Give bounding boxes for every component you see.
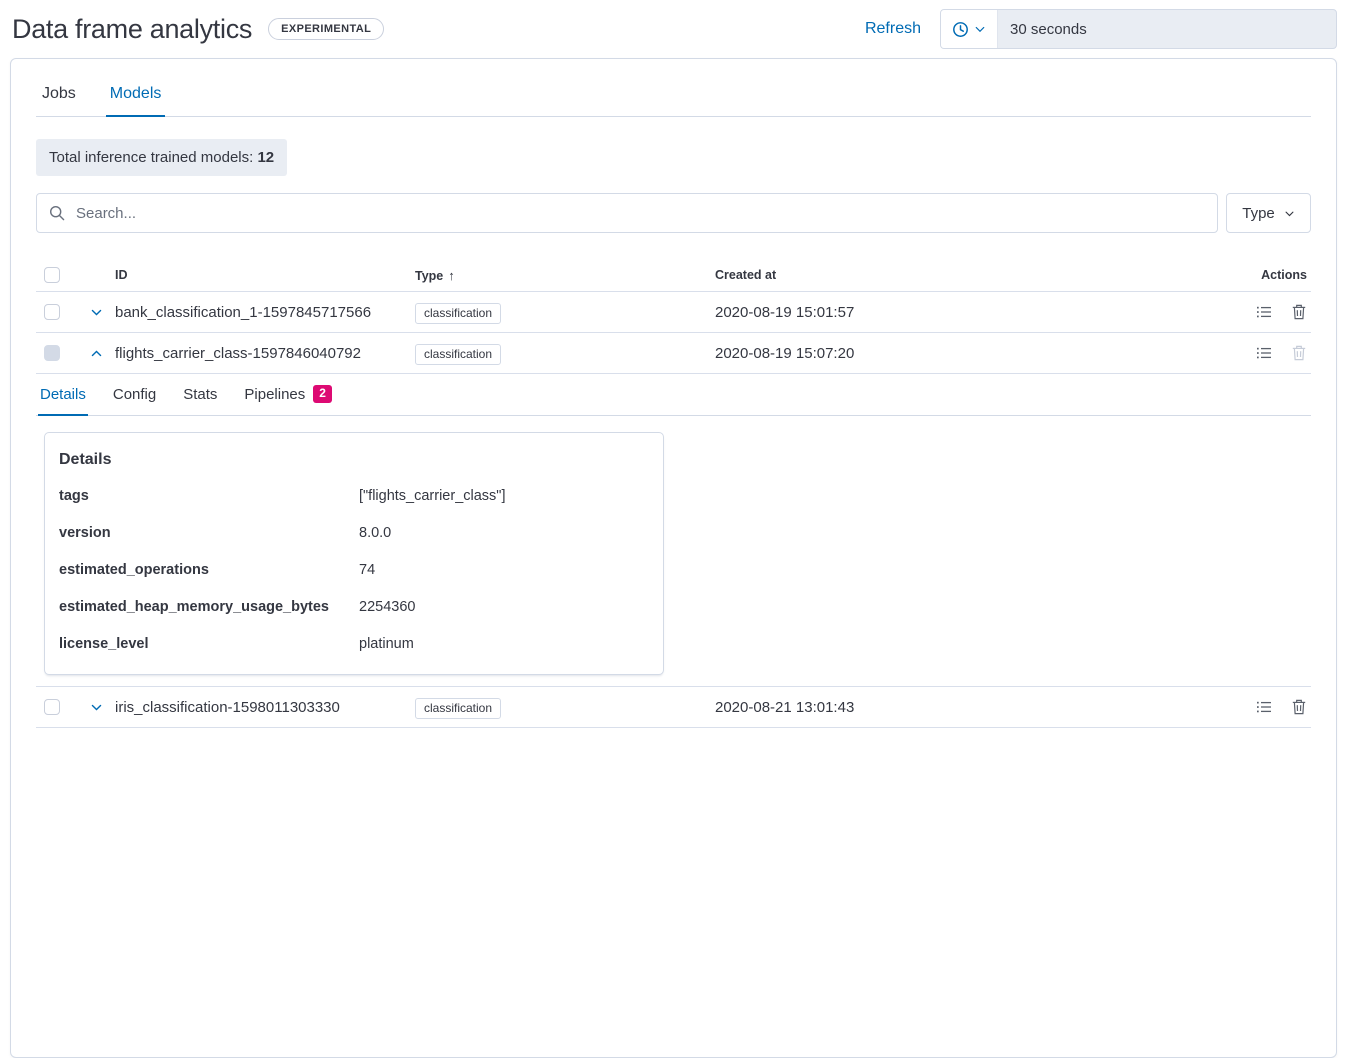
detail-item: estimated_operations 74 (59, 551, 649, 588)
chevron-down-icon (90, 306, 103, 319)
detail-value: ["flights_carrier_class"] (359, 488, 505, 504)
total-models-badge: Total inference trained models: 12 (36, 139, 287, 176)
select-all-checkbox[interactable] (44, 267, 60, 283)
detail-value: 8.0.0 (359, 525, 391, 541)
view-training-data-button[interactable] (1256, 345, 1272, 361)
detail-term: version (59, 525, 359, 541)
expanded-row-content: Details Config Stats Pipelines 2 Details… (36, 374, 1311, 687)
column-header-created-at[interactable]: Created at (715, 268, 1231, 282)
search-box (36, 193, 1218, 233)
column-header-id[interactable]: ID (115, 268, 415, 282)
delete-model-button-disabled (1291, 345, 1307, 361)
tab-details[interactable]: Details (38, 384, 88, 416)
page-title: Data frame analytics (12, 14, 252, 45)
row-checkbox[interactable] (44, 699, 60, 715)
type-filter-button[interactable]: Type (1226, 193, 1311, 233)
detail-term: estimated_heap_memory_usage_bytes (59, 599, 359, 615)
collapse-row-button[interactable] (90, 347, 103, 360)
trash-icon (1291, 345, 1307, 361)
table-row: flights_carrier_class-1597846040792 clas… (36, 333, 1311, 374)
pipelines-count-badge: 2 (313, 385, 332, 403)
type-badge: classification (415, 303, 501, 324)
delete-model-button[interactable] (1291, 699, 1307, 715)
chevron-down-icon (1284, 208, 1295, 219)
model-id: iris_classification-1598011303330 (115, 699, 415, 716)
tab-stats[interactable]: Stats (181, 384, 219, 415)
view-training-data-button[interactable] (1256, 304, 1272, 320)
clock-icon (952, 21, 969, 38)
detail-item: estimated_heap_memory_usage_bytes 225436… (59, 588, 649, 625)
search-input[interactable] (74, 204, 1205, 223)
expanded-row-tabs: Details Config Stats Pipelines 2 (36, 383, 1311, 416)
expand-row-button[interactable] (90, 306, 103, 319)
details-card: Details tags ["flights_carrier_class"] v… (44, 432, 664, 675)
refresh-interval-menu-button[interactable] (941, 10, 998, 48)
detail-item: license_level platinum (59, 625, 649, 662)
refresh-interval-value[interactable]: 30 seconds (998, 10, 1336, 48)
created-at: 2020-08-19 15:01:57 (715, 304, 1231, 321)
row-checkbox[interactable] (44, 304, 60, 320)
detail-value: 2254360 (359, 599, 415, 615)
list-icon (1256, 699, 1272, 715)
chevron-up-icon (90, 347, 103, 360)
type-badge: classification (415, 344, 501, 365)
view-training-data-button[interactable] (1256, 699, 1272, 715)
details-card-title: Details (59, 451, 649, 469)
detail-term: tags (59, 488, 359, 504)
table-header-row: ID Type↑ Created at Actions (36, 259, 1311, 292)
type-badge: classification (415, 698, 501, 719)
row-checkbox (44, 345, 60, 361)
list-icon (1256, 304, 1272, 320)
main-tabs: Jobs Models (36, 81, 1311, 117)
total-models-label: Total inference trained models: (49, 149, 257, 166)
search-row: Type (36, 193, 1311, 233)
detail-term: license_level (59, 636, 359, 652)
detail-term: estimated_operations (59, 562, 359, 578)
detail-item: version 8.0.0 (59, 514, 649, 551)
model-id: flights_carrier_class-1597846040792 (115, 345, 415, 362)
list-icon (1256, 345, 1272, 361)
type-filter-label: Type (1242, 205, 1275, 222)
models-table: ID Type↑ Created at Actions bank_classif… (36, 259, 1311, 728)
content-panel: Jobs Models Total inference trained mode… (10, 58, 1337, 1058)
column-header-type[interactable]: Type↑ (415, 268, 715, 283)
table-row: bank_classification_1-1597845717566 clas… (36, 292, 1311, 333)
tab-jobs[interactable]: Jobs (38, 81, 80, 116)
created-at: 2020-08-19 15:07:20 (715, 345, 1231, 362)
tab-models[interactable]: Models (106, 81, 166, 117)
column-header-actions: Actions (1231, 268, 1311, 282)
delete-model-button[interactable] (1291, 304, 1307, 320)
trash-icon (1291, 304, 1307, 320)
experimental-badge: EXPERIMENTAL (268, 18, 384, 40)
search-icon (49, 205, 65, 221)
created-at: 2020-08-21 13:01:43 (715, 699, 1231, 716)
expand-row-button[interactable] (90, 701, 103, 714)
detail-value: 74 (359, 562, 375, 578)
refresh-button[interactable]: Refresh (865, 20, 921, 38)
trash-icon (1291, 699, 1307, 715)
total-models-count: 12 (257, 149, 274, 166)
tab-pipelines[interactable]: Pipelines 2 (242, 383, 334, 415)
detail-value: platinum (359, 636, 414, 652)
refresh-interval-picker: 30 seconds (940, 9, 1337, 49)
detail-item: tags ["flights_carrier_class"] (59, 477, 649, 514)
page-header: Data frame analytics EXPERIMENTAL Refres… (0, 0, 1347, 58)
sort-ascending-icon: ↑ (448, 268, 455, 283)
model-id: bank_classification_1-1597845717566 (115, 304, 415, 321)
chevron-down-icon (90, 701, 103, 714)
tab-config[interactable]: Config (111, 384, 158, 415)
table-row: iris_classification-1598011303330 classi… (36, 687, 1311, 728)
chevron-down-icon (974, 23, 986, 35)
